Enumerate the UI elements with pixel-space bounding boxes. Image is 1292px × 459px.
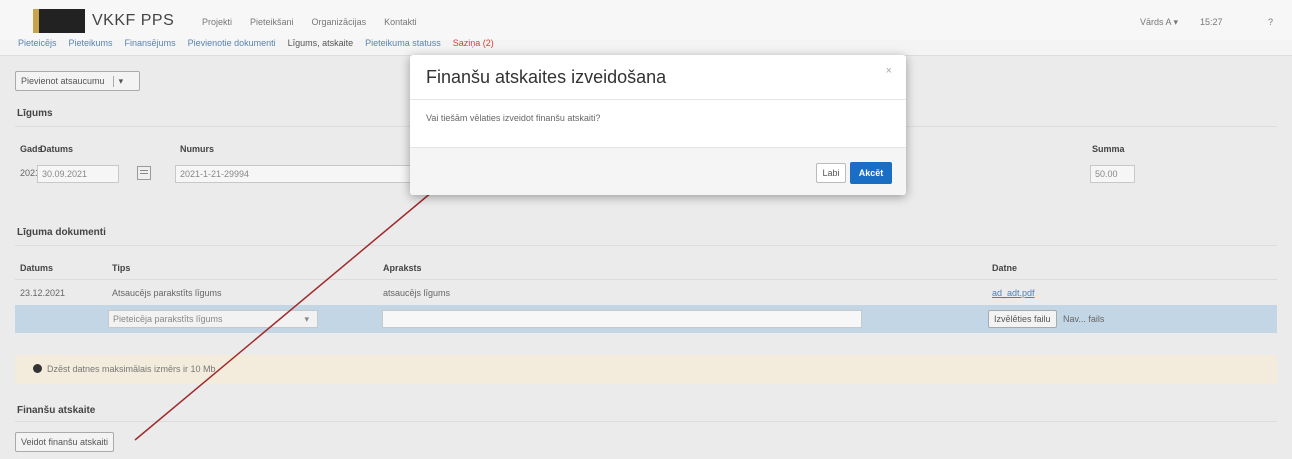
finance-report-modal: Finanšu atskaites izveidošana × Vai tieš… (410, 55, 906, 195)
modal-body-text: Vai tiešām vēlaties izveidot finanšu ats… (426, 113, 601, 123)
arrow-line (134, 166, 463, 441)
cancel-button[interactable]: Labi (816, 163, 846, 183)
modal-title: Finanšu atskaites izveidošana (426, 67, 667, 87)
close-icon[interactable]: × (886, 65, 892, 77)
confirm-button[interactable]: Akcēt (850, 162, 892, 184)
modal-divider (410, 99, 906, 100)
